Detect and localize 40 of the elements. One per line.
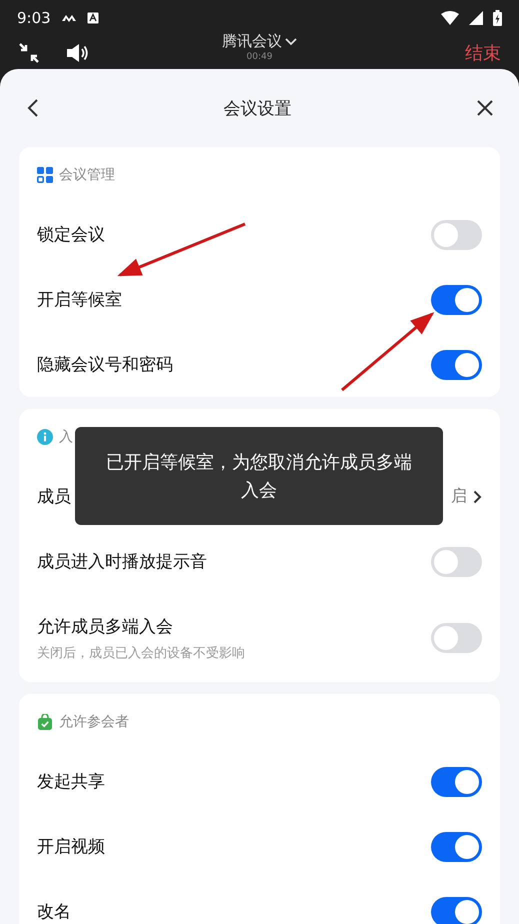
keyboard-icon [86,12,99,24]
section-title: 入 [59,428,73,446]
info-icon [37,428,53,444]
status-time: 9:03 [17,9,51,27]
meeting-title[interactable]: 腾讯会议 [222,32,282,51]
setting-label: 隐藏会议号和密码 [37,354,173,376]
grid-icon [37,166,53,182]
setting-label: 成员 [37,486,71,508]
toggle-switch[interactable] [431,284,482,314]
sheet-title: 会议设置 [222,98,292,120]
setting-label: 成员进入时播放提示音 [37,551,207,573]
toggle-switch[interactable] [431,896,482,924]
speaker-icon[interactable] [66,42,90,62]
toggle-switch[interactable] [431,832,482,862]
setting-label: 改名 [37,901,71,923]
toggle-switch[interactable] [431,766,482,796]
setting-label: 允许成员多端入会 [37,616,173,638]
section-title: 会议管理 [59,166,115,184]
setting-label: 发起共享 [37,771,105,793]
toggle-switch[interactable] [431,220,482,250]
wifi-icon [441,11,459,25]
collapse-icon[interactable] [18,42,40,64]
section-title: 允许参会者 [59,712,129,730]
setting-value[interactable]: 启 [451,486,467,507]
setting-label: 锁定会议 [37,224,105,246]
toggle-switch[interactable] [431,546,482,576]
setting-label: 开启视频 [37,836,105,858]
call-duration: 00:49 [246,52,272,62]
chevron-down-icon[interactable] [285,38,297,46]
chevron-right-icon[interactable] [473,490,482,504]
toggle-switch[interactable] [431,623,482,653]
battery-icon [493,10,502,26]
end-button[interactable]: 结束 [465,40,501,64]
setting-label: 开启等候室 [37,289,122,311]
setting-description: 关闭后，成员已入会的设备不受影响 [37,644,245,662]
back-icon[interactable] [27,99,39,117]
signal-icon [469,11,483,25]
close-icon[interactable] [476,99,494,117]
toast-message: 已开启等候室，为您取消允许成员多端入会 [75,427,443,525]
toggle-switch[interactable] [431,350,482,380]
